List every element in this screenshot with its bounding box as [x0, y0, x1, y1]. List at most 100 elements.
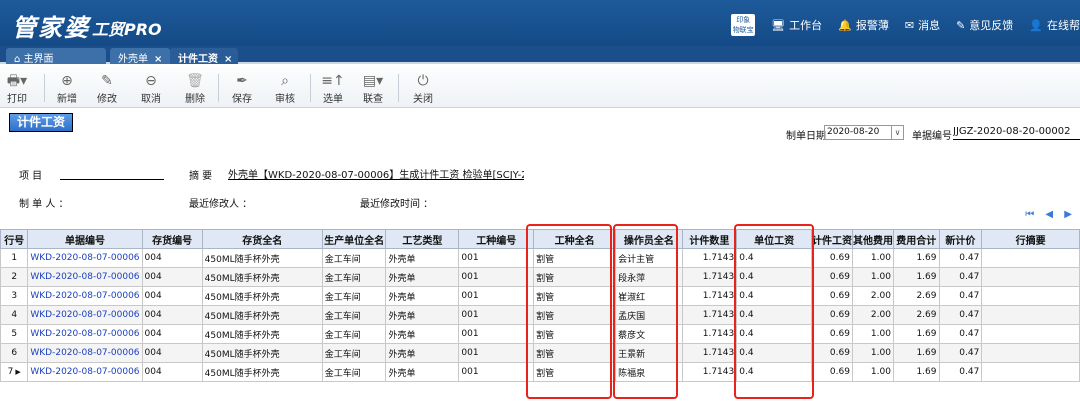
table-cell[interactable]: 004 [141, 343, 203, 363]
table-cell[interactable]: 0.47 [938, 286, 983, 306]
tab-home[interactable]: ⌂ 主界面 [6, 48, 106, 65]
table-cell[interactable]: 割管 [533, 267, 617, 287]
column-header[interactable]: 操作员全名 [615, 229, 683, 249]
table-cell[interactable]: 450ML随手杯外壳 [201, 305, 323, 325]
table-cell[interactable]: 1.00 [851, 324, 894, 344]
table-cell[interactable]: 割管 [533, 324, 617, 344]
table-cell[interactable]: 0.69 [810, 305, 853, 325]
column-header[interactable]: 行号 [0, 229, 29, 249]
table-cell[interactable]: 金工车间 [321, 343, 387, 363]
table-row[interactable]: 1 WKD-2020-08-07-00006 004 450ML随手杯外壳 金工车间 外壳… [0, 248, 1080, 268]
table-cell[interactable]: 2.69 [892, 305, 940, 325]
review-button[interactable]: ⌕ 审核 [270, 72, 300, 105]
table-cell[interactable]: 0.4 [736, 362, 812, 382]
table-cell[interactable]: 2.69 [892, 286, 940, 306]
column-header[interactable]: 工艺类型 [385, 229, 460, 249]
edit-button[interactable]: ✎ 修改 [92, 72, 122, 105]
table-cell[interactable]: 004 [141, 248, 203, 268]
column-header[interactable]: 单据编号 [27, 229, 143, 249]
close-icon[interactable]: × [224, 54, 232, 65]
table-cell[interactable]: WKD-2020-08-07-00006 [27, 305, 143, 325]
table-cell[interactable]: 0.69 [810, 324, 853, 344]
table-cell[interactable]: 崔淑红 [615, 286, 683, 306]
table-row[interactable]: 4 WKD-2020-08-07-00006 004 450ML随手杯外壳 金工车间 外壳… [0, 305, 1080, 325]
table-cell[interactable] [981, 286, 1080, 306]
table-cell[interactable]: 004 [141, 324, 203, 344]
table-cell[interactable]: 450ML随手杯外壳 [201, 267, 323, 287]
table-cell[interactable]: 0.69 [810, 267, 853, 287]
table-cell[interactable]: 0.4 [736, 324, 812, 344]
table-cell[interactable]: 1.7143 [681, 324, 738, 344]
column-header[interactable]: 行摘要 [981, 229, 1080, 249]
table-cell[interactable]: 1.7143 [681, 248, 738, 268]
table-cell[interactable] [981, 267, 1080, 287]
column-header[interactable]: 新计价 [938, 229, 983, 249]
table-row[interactable]: 3 WKD-2020-08-07-00006 004 450ML随手杯外壳 金工车间 外壳… [0, 286, 1080, 306]
table-cell[interactable]: 001 [458, 267, 535, 287]
add-button[interactable]: ⊕ 新增 [52, 72, 82, 105]
table-cell[interactable] [981, 305, 1080, 325]
table-cell[interactable]: 004 [141, 286, 203, 306]
table-cell[interactable]: 001 [458, 286, 535, 306]
column-header[interactable]: 工种全名 [533, 229, 617, 249]
table-cell[interactable]: 1.7143 [681, 305, 738, 325]
table-cell[interactable]: 0.47 [938, 362, 983, 382]
table-cell[interactable]: 1.7143 [681, 343, 738, 363]
column-header[interactable]: 存货编号 [141, 229, 203, 249]
table-cell[interactable]: 004 [141, 362, 203, 382]
table-cell[interactable]: 会计主管 [615, 248, 683, 268]
alarm-book-link[interactable]: 🔔 报警薄 [838, 17, 889, 33]
table-cell[interactable]: 金工车间 [321, 267, 387, 287]
table-cell[interactable]: 段永萍 [615, 267, 683, 287]
table-row[interactable]: 5 WKD-2020-08-07-00006 004 450ML随手杯外壳 金工车间 外壳… [0, 324, 1080, 344]
tab-shell-order[interactable]: 外壳单 × [110, 48, 170, 65]
close-button[interactable]: ⏻ 关闭 [408, 72, 438, 105]
table-cell[interactable]: 004 [141, 267, 203, 287]
date-field[interactable]: 2020-08-20 [824, 125, 892, 140]
number-field[interactable]: JJGZ-2020-08-20-00002 [953, 126, 1080, 140]
table-cell[interactable]: 0.4 [736, 286, 812, 306]
messages-link[interactable]: ✉ 消息 [905, 17, 940, 33]
table-cell[interactable]: 1.69 [892, 362, 940, 382]
column-header[interactable]: 计件数里 [681, 229, 738, 249]
column-header[interactable]: 存货全名 [201, 229, 323, 249]
table-cell[interactable]: 1.00 [851, 343, 894, 363]
table-cell[interactable]: WKD-2020-08-07-00006 [27, 324, 143, 344]
feedback-link[interactable]: ✎ 意见反馈 [956, 17, 1013, 33]
table-cell[interactable]: 外壳单 [385, 248, 460, 268]
table-cell[interactable]: 450ML随手杯外壳 [201, 343, 323, 363]
table-cell[interactable]: 0.4 [736, 305, 812, 325]
table-cell[interactable]: 金工车间 [321, 324, 387, 344]
table-row[interactable]: 2 WKD-2020-08-07-00006 004 450ML随手杯外壳 金工车间 外壳… [0, 267, 1080, 287]
table-cell[interactable]: WKD-2020-08-07-00006 [27, 362, 143, 382]
column-header[interactable]: 费用合计 [892, 229, 940, 249]
table-cell[interactable]: 1.00 [851, 248, 894, 268]
table-cell[interactable]: 450ML随手杯外壳 [201, 362, 323, 382]
table-row[interactable]: 7 ▶ WKD-2020-08-07-00006 004 450ML随手杯外壳 金工车间外… [0, 362, 1080, 382]
table-cell[interactable] [981, 248, 1080, 268]
table-cell[interactable]: 001 [458, 362, 535, 382]
column-header[interactable]: 工种编号 [458, 229, 535, 249]
table-cell[interactable]: 陈福泉 [615, 362, 683, 382]
table-cell[interactable]: 外壳单 [385, 343, 460, 363]
table-cell[interactable]: 外壳单 [385, 267, 460, 287]
workbench-link[interactable]: 🖥 工作台 [771, 17, 822, 33]
column-header[interactable]: 计件工资 [810, 229, 853, 249]
table-cell[interactable]: 1.7143 [681, 362, 738, 382]
table-row[interactable]: 6 WKD-2020-08-07-00006 004 450ML随手杯外壳 金工车间 外壳… [0, 343, 1080, 363]
table-cell[interactable]: 1.69 [892, 324, 940, 344]
print-button[interactable]: 🖶▾ 打印 [2, 72, 32, 105]
table-cell[interactable]: 2.00 [851, 286, 894, 306]
table-cell[interactable]: 割管 [533, 286, 617, 306]
table-cell[interactable]: WKD-2020-08-07-00006 [27, 343, 143, 363]
delete-button[interactable]: 🗑 删除 [180, 72, 210, 105]
column-header[interactable]: 单位工资 [736, 229, 812, 249]
select-order-button[interactable]: ≡↑ 选单 [318, 72, 348, 105]
table-cell[interactable]: 1.00 [851, 362, 894, 382]
table-cell[interactable]: 001 [458, 324, 535, 344]
tab-piece-wage[interactable]: 计件工资 × [170, 48, 238, 65]
cancel-button[interactable]: ⊖ 取消 [136, 72, 166, 105]
table-cell[interactable]: 0.69 [810, 343, 853, 363]
table-cell[interactable]: 1.69 [892, 267, 940, 287]
table-cell[interactable]: 0.69 [810, 362, 853, 382]
